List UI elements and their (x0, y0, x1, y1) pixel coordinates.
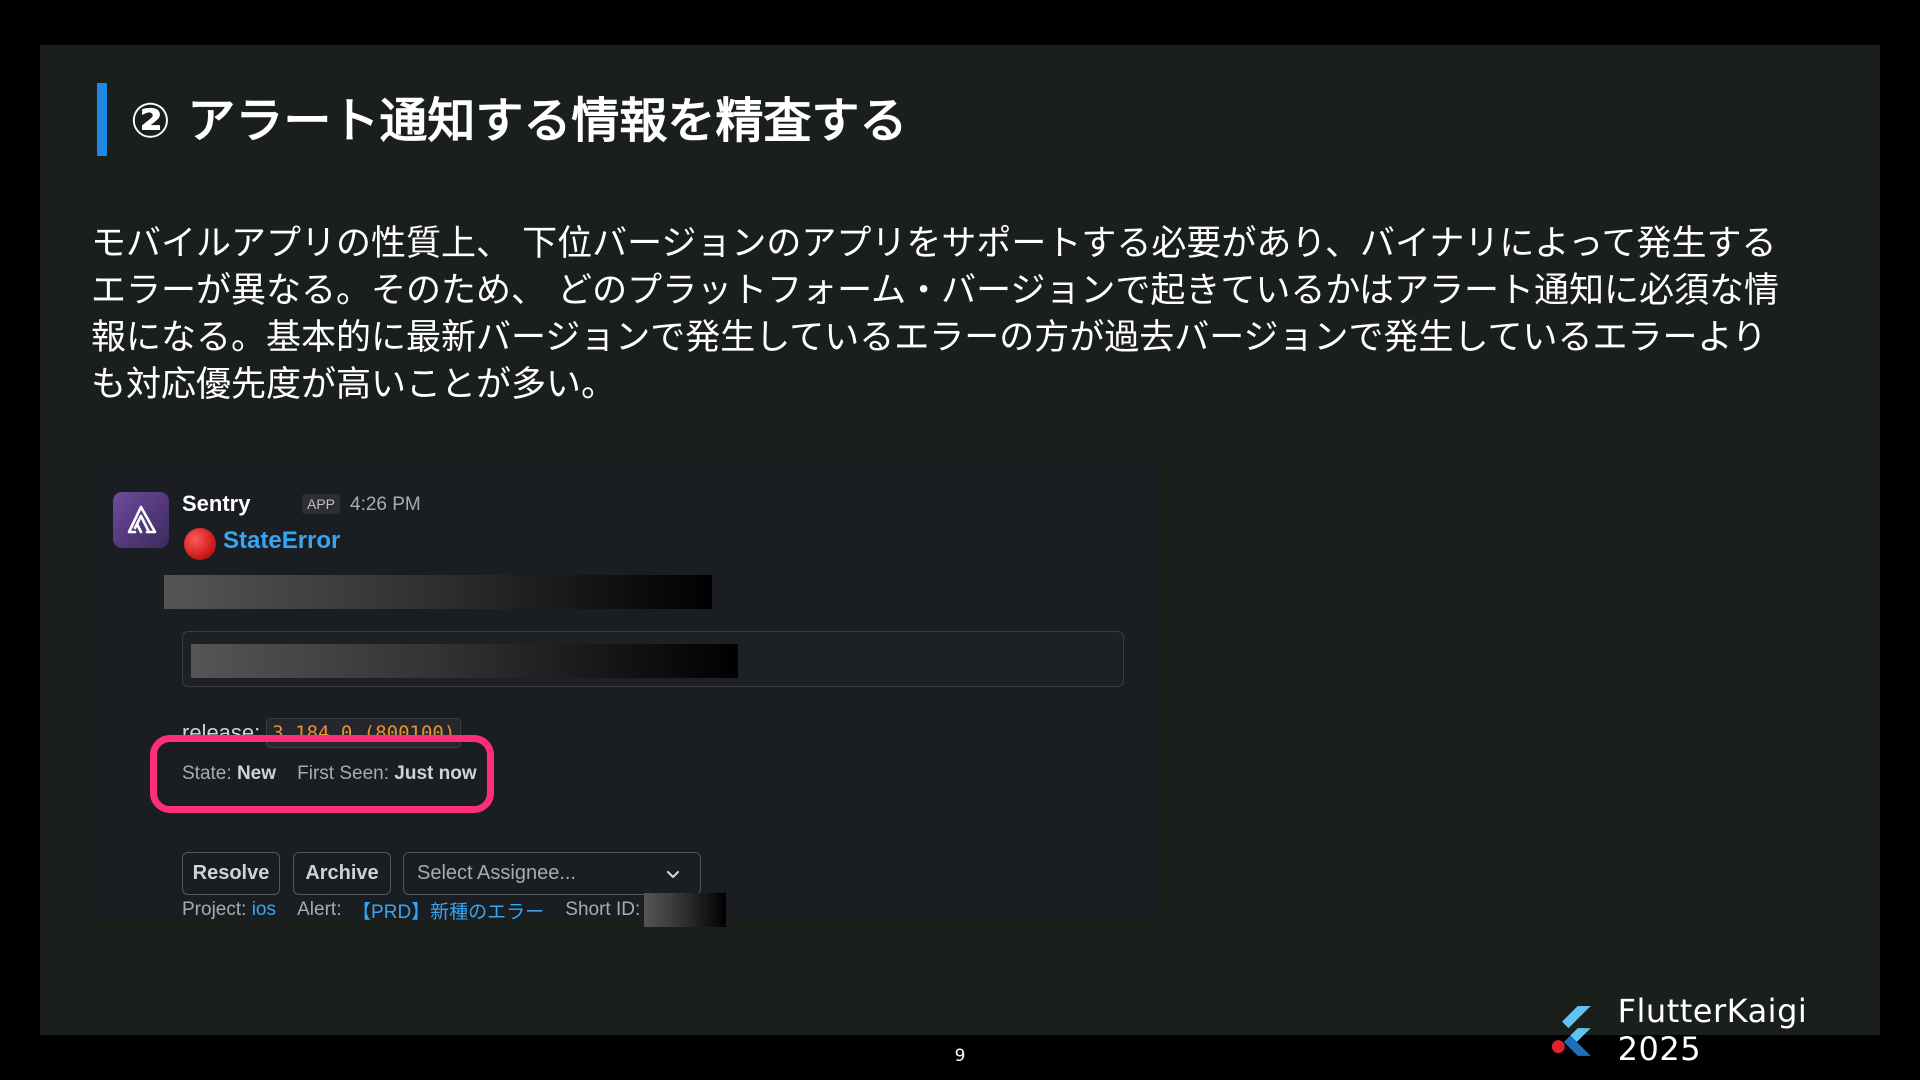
state-value: New (236, 763, 277, 784)
project-label: Project: (182, 899, 247, 920)
page-number: 9 (954, 1046, 966, 1066)
slack-message-screenshot: Sentry APP 4:26 PM StateError release: 3… (92, 463, 1159, 927)
sentry-logo-icon (127, 505, 157, 534)
redacted-text (191, 644, 738, 678)
error-detail-box (182, 631, 1124, 687)
project-link[interactable]: ios (252, 899, 276, 921)
body-line: モバイルアプリの性質上、 下位バージョンのアプリをサポートする必要があり、バイナ… (91, 224, 1777, 264)
slide: ② アラート通知する情報を精査する モバイルアプリの性質上、 下位バージョンのア… (40, 45, 1881, 1068)
body-line: 報になる。基本的に最新バージョンで発生しているエラーの方が過去バージョンで発生し… (91, 318, 1767, 358)
body-line: も対応優先度が高いことが多い。 (91, 365, 617, 405)
title-accent-bar (97, 83, 107, 156)
alert-link[interactable]: 【PRD】新種のエラー (352, 897, 544, 924)
assignee-select[interactable]: Select Assignee... (403, 852, 701, 895)
first-seen-label: First Seen: (297, 763, 390, 784)
app-badge: APP (302, 494, 341, 514)
short-id-label: Short ID: (565, 899, 641, 920)
redacted-short-id (644, 893, 727, 927)
resolve-button[interactable]: Resolve (182, 852, 280, 895)
error-title-link[interactable]: StateError (223, 527, 340, 555)
redacted-text (164, 575, 712, 609)
message-footer: Project: ios Alert: 【PRD】新種のエラー Short ID… (182, 893, 727, 927)
message-timestamp[interactable]: 4:26 PM (350, 494, 421, 516)
red-circle-icon (184, 528, 216, 560)
sender-name[interactable]: Sentry (182, 491, 250, 517)
first-seen-value: Just now (394, 763, 477, 784)
slide-body: モバイルアプリの性質上、 下位バージョンのアプリをサポートする必要があり、バイナ… (91, 221, 1881, 409)
chevron-down-icon (666, 870, 680, 879)
archive-button[interactable]: Archive (293, 852, 391, 895)
sentry-avatar (113, 492, 169, 548)
state-line: State: New First Seen: Just now (182, 763, 477, 785)
state-label: State: (182, 763, 232, 784)
alert-label: Alert: (297, 899, 342, 920)
slide-title: ② アラート通知する情報を精査する (130, 93, 908, 149)
assignee-placeholder: Select Assignee... (417, 862, 576, 884)
body-line: エラーが異なる。そのため、 どのプラットフォーム・バージョンで起きているかはアラ… (91, 271, 1779, 311)
